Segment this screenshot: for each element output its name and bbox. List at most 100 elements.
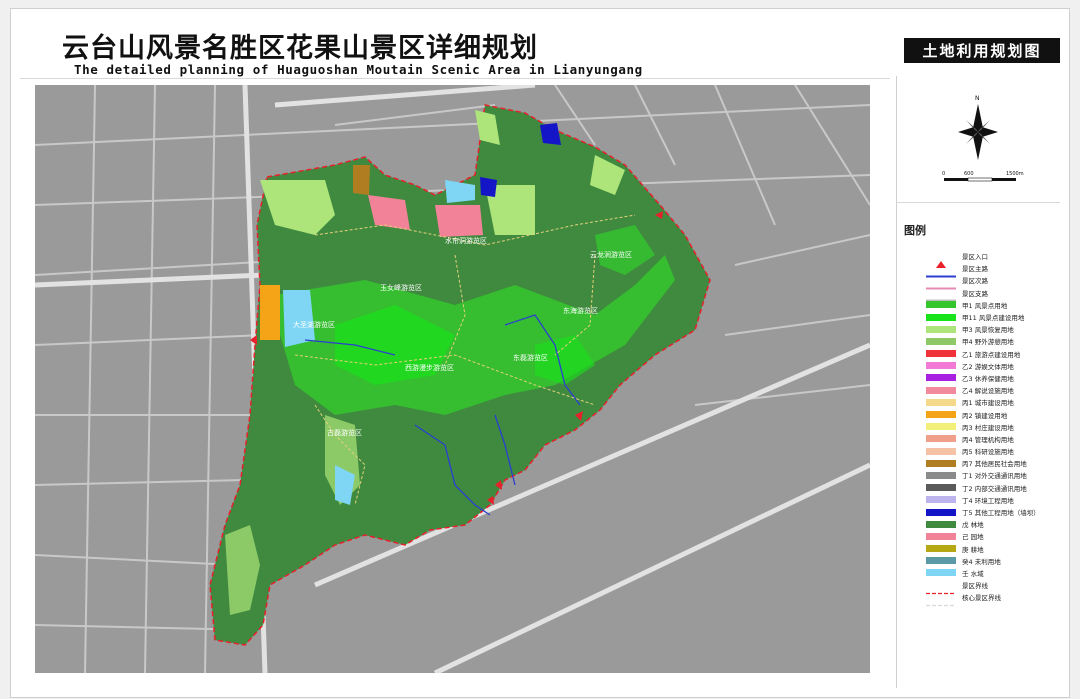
legend-item: 甲11 风景点建设用地 <box>926 311 1040 323</box>
legend-item: 甲1 风景点用地 <box>926 299 1040 311</box>
legend-line <box>926 582 956 594</box>
legend-item: 甲4 野外游憩用地 <box>926 335 1040 347</box>
legend-item: 丙2 镇建设用地 <box>926 408 1040 420</box>
zone-label: 古磊游览区 <box>327 428 362 437</box>
legend-line <box>926 594 956 606</box>
legend-item: 丁5 其他工程用地（墙坝） <box>926 506 1040 518</box>
legend-swatch <box>926 362 956 370</box>
legend-line <box>926 277 956 290</box>
legend-swatch <box>926 423 956 431</box>
legend-item: 乙2 游娱文体用地 <box>926 360 1040 372</box>
legend-label: 丙2 镇建设用地 <box>962 411 1008 420</box>
legend-label: 甲1 风景点用地 <box>962 301 1008 310</box>
legend-label: 丁4 环境工程用地 <box>962 496 1014 505</box>
scale-label: 600 <box>964 171 974 177</box>
legend-swatch <box>926 325 956 333</box>
legend-item: 丙4 管理机构用地 <box>926 433 1040 445</box>
legend-item: 癸4 未利用地 <box>926 555 1040 567</box>
legend-label: 甲4 野外游憩用地 <box>962 338 1014 347</box>
legend-item: 景区支路 <box>926 287 1040 302</box>
legend-swatch <box>926 496 956 504</box>
legend-item: 丙7 其他居民社会用地 <box>926 457 1040 469</box>
legend-label: 丙7 其他居民社会用地 <box>962 460 1027 469</box>
title-underline <box>20 78 890 79</box>
legend-swatch <box>926 301 956 309</box>
legend-label: 景区界线 <box>962 582 988 591</box>
legend-item: 丁2 内部交通通讯用地 <box>926 482 1040 494</box>
legend-item: 乙4 解说设施用地 <box>926 384 1040 396</box>
legend-swatch <box>926 386 956 394</box>
legend-label: 景区次路 <box>962 277 988 286</box>
legend-label: 丙4 管理机构用地 <box>962 435 1014 444</box>
legend-item: 甲3 风景恢复用地 <box>926 323 1040 335</box>
legend-label: 壬 水域 <box>962 569 984 578</box>
legend-swatch <box>926 447 956 455</box>
legend-swatch <box>926 569 956 577</box>
scenic-area <box>209 104 711 646</box>
legend-item: 乙1 旅游点建设用地 <box>926 348 1040 360</box>
legend-label: 乙3 休养保健用地 <box>962 374 1014 383</box>
legend-label: 景区入口 <box>962 253 988 262</box>
legend-item: 丙1 城市建设用地 <box>926 396 1040 408</box>
scale-label: 0 <box>942 171 945 177</box>
legend-label: 景区支路 <box>962 289 988 298</box>
legend-label: 乙2 游娱文体用地 <box>962 362 1014 371</box>
legend-swatch <box>926 435 956 443</box>
legend-swatch <box>926 532 956 540</box>
legend-label: 甲3 风景恢复用地 <box>962 326 1014 335</box>
legend-line <box>926 265 956 278</box>
legend-item: 乙3 休养保健用地 <box>926 372 1040 384</box>
zone-label: 水帘洞游览区 <box>445 236 487 245</box>
compass-block: N 0 600 1500m <box>896 90 1060 200</box>
legend-swatch <box>926 471 956 479</box>
legend-label: 丙3 村庄建设用地 <box>962 423 1014 432</box>
legend-item: 戊 林地 <box>926 518 1040 530</box>
scale-label: 1500m <box>1006 171 1024 177</box>
legend-swatch <box>926 398 956 406</box>
legend-swatch <box>926 545 956 553</box>
zone-label: 东海游览区 <box>563 306 598 315</box>
legend-item: 丁4 环境工程用地 <box>926 494 1040 506</box>
legend-label: 景区主路 <box>962 265 988 274</box>
legend-item: 丙5 科研设施用地 <box>926 445 1040 457</box>
legend-label: 丁5 其他工程用地（墙坝） <box>962 509 1040 518</box>
zone-label: 云龙涧游览区 <box>590 250 632 259</box>
legend-item: 庚 耕地 <box>926 543 1040 555</box>
entrance-icon <box>926 253 956 268</box>
legend-swatch <box>926 459 956 467</box>
legend-item: 丁1 对外交通通讯用地 <box>926 469 1040 481</box>
legend-label: 丁1 对外交通通讯用地 <box>962 472 1027 481</box>
legend-item: 丙3 村庄建设用地 <box>926 421 1040 433</box>
legend-swatch <box>926 484 956 492</box>
legend-label: 甲11 风景点建设用地 <box>962 314 1025 323</box>
legend-item: 景区次路 <box>926 274 1040 290</box>
side-divider <box>896 202 1060 203</box>
land-use-map: 水帘洞游览区 云龙涧游览区 玉女峰游览区 东海游览区 大圣湖游览区 东磊游览区 西游漫步游览… <box>35 85 870 673</box>
legend-label: 丙1 城市建设用地 <box>962 399 1014 408</box>
legend-label: 乙1 旅游点建设用地 <box>962 350 1021 359</box>
north-arrow-icon: N 0 600 1500m <box>942 95 1024 182</box>
legend-item: 核心景区界线 <box>926 591 1040 606</box>
legend-item: 景区入口 <box>926 250 1040 268</box>
legend-swatch <box>926 411 956 419</box>
legend-swatch <box>926 313 956 321</box>
legend-swatch <box>926 350 956 358</box>
legend-swatch <box>926 374 956 382</box>
north-label: N <box>975 95 980 102</box>
legend-label: 庚 耕地 <box>962 545 984 554</box>
legend-label: 己 园地 <box>962 533 984 542</box>
legend-title: 图例 <box>904 224 926 237</box>
zone-label: 大圣湖游览区 <box>293 320 335 329</box>
legend-label: 丙5 科研设施用地 <box>962 448 1014 457</box>
legend-item: 景区界线 <box>926 579 1040 594</box>
legend-swatch <box>926 337 956 345</box>
legend-item: 己 园地 <box>926 530 1040 542</box>
zone-label: 西游漫步游览区 <box>405 363 454 372</box>
map-type-label: 土地利用规划图 <box>904 38 1060 63</box>
zone-label: 东磊游览区 <box>513 353 548 362</box>
legend-swatch <box>926 557 956 565</box>
legend-label: 核心景区界线 <box>962 594 1001 603</box>
legend-label: 乙4 解说设施用地 <box>962 387 1014 396</box>
legend-item: 壬 水域 <box>926 567 1040 579</box>
legend-label: 丁2 内部交通通讯用地 <box>962 484 1027 493</box>
